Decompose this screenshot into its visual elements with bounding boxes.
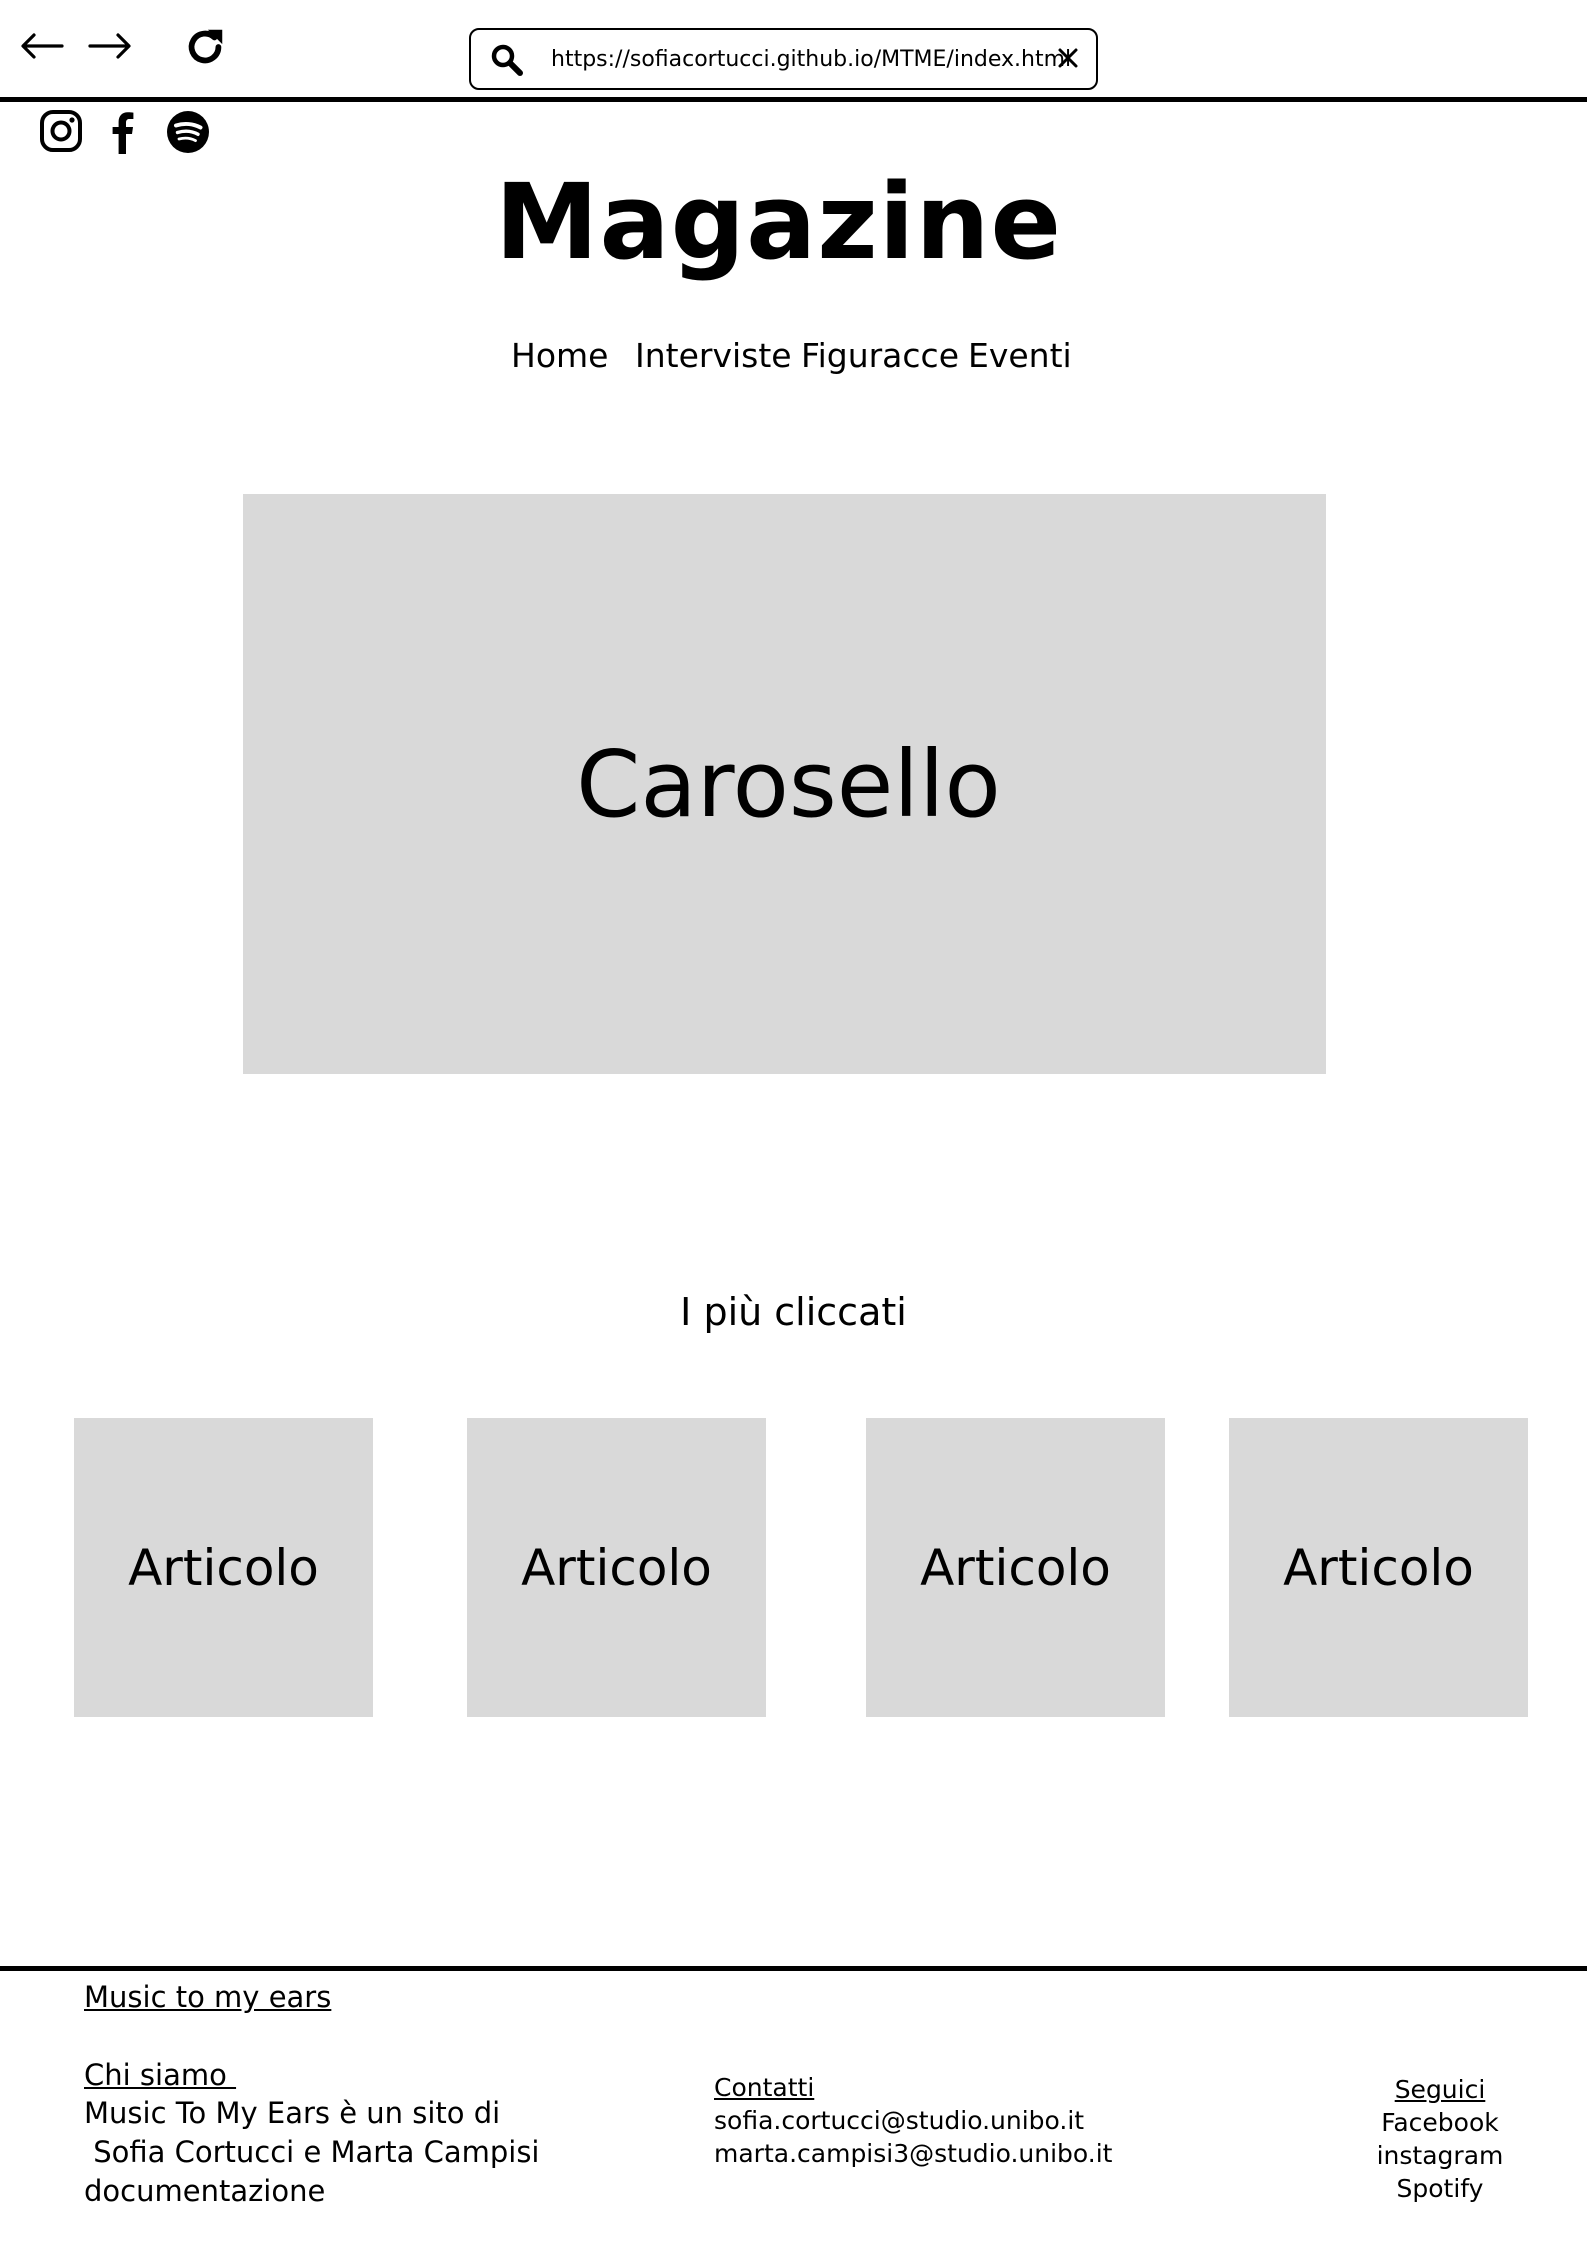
- footer-brand-link[interactable]: Music to my ears: [84, 1977, 331, 2017]
- footer-about-link[interactable]: Chi siamo: [84, 2055, 236, 2095]
- article-card[interactable]: Articolo: [74, 1418, 373, 1717]
- footer-follow-instagram[interactable]: instagram: [1330, 2139, 1550, 2172]
- most-clicked-heading: I più cliccati: [680, 1290, 907, 1334]
- nav-item-interviste[interactable]: Interviste: [635, 332, 792, 380]
- close-icon[interactable]: [1054, 44, 1082, 72]
- footer-contacts-title: Contatti: [714, 2073, 815, 2102]
- article-card[interactable]: Articolo: [866, 1418, 1165, 1717]
- arrow-right-icon[interactable]: [86, 22, 134, 70]
- footer-email-link[interactable]: sofia.cortucci@studio.unibo.it: [714, 2104, 1084, 2138]
- article-card[interactable]: Articolo: [467, 1418, 766, 1717]
- article-label: Articolo: [1283, 1538, 1474, 1597]
- carousel[interactable]: Carosello: [243, 494, 1326, 1074]
- arrow-left-icon[interactable]: [18, 22, 66, 70]
- search-icon: [489, 42, 525, 78]
- footer-docs-link[interactable]: documentazione: [84, 2171, 325, 2211]
- carousel-label: Carosello: [576, 730, 1001, 838]
- nav-item-figuracce[interactable]: Figuracce: [801, 332, 959, 380]
- footer-follow: Seguici Facebook instagram Spotify: [1330, 2073, 1550, 2205]
- toolbar-divider: [0, 97, 1587, 102]
- main-nav: Home Interviste Figuracce Eventi: [0, 332, 1587, 382]
- footer-email-link[interactable]: marta.campisi3@studio.unibo.it: [714, 2137, 1112, 2171]
- footer-about-text: Music To My Ears è un sito di: [84, 2096, 501, 2130]
- page-title: Magazine: [494, 161, 1063, 283]
- footer-about-authors: Sofia Cortucci e Marta Campisi: [84, 2135, 540, 2169]
- browser-toolbar: https://sofiacortucci.github.io/MTME/ind…: [0, 0, 1587, 98]
- nav-item-home[interactable]: Home: [511, 332, 608, 380]
- article-card[interactable]: Articolo: [1229, 1418, 1528, 1717]
- facebook-icon[interactable]: [100, 108, 146, 154]
- spotify-icon[interactable]: [166, 110, 210, 154]
- reload-icon[interactable]: [182, 24, 228, 70]
- address-url[interactable]: https://sofiacortucci.github.io/MTME/ind…: [551, 45, 1071, 75]
- article-label: Articolo: [128, 1538, 319, 1597]
- article-label: Articolo: [521, 1538, 712, 1597]
- instagram-icon[interactable]: [38, 108, 84, 154]
- footer-follow-spotify[interactable]: Spotify: [1330, 2172, 1550, 2205]
- footer-divider: [0, 1966, 1587, 1971]
- address-bar[interactable]: https://sofiacortucci.github.io/MTME/ind…: [469, 28, 1098, 90]
- footer-follow-facebook[interactable]: Facebook: [1330, 2106, 1550, 2139]
- article-label: Articolo: [920, 1538, 1111, 1597]
- nav-item-eventi[interactable]: Eventi: [968, 332, 1072, 380]
- footer-follow-title: Seguici: [1394, 2075, 1486, 2104]
